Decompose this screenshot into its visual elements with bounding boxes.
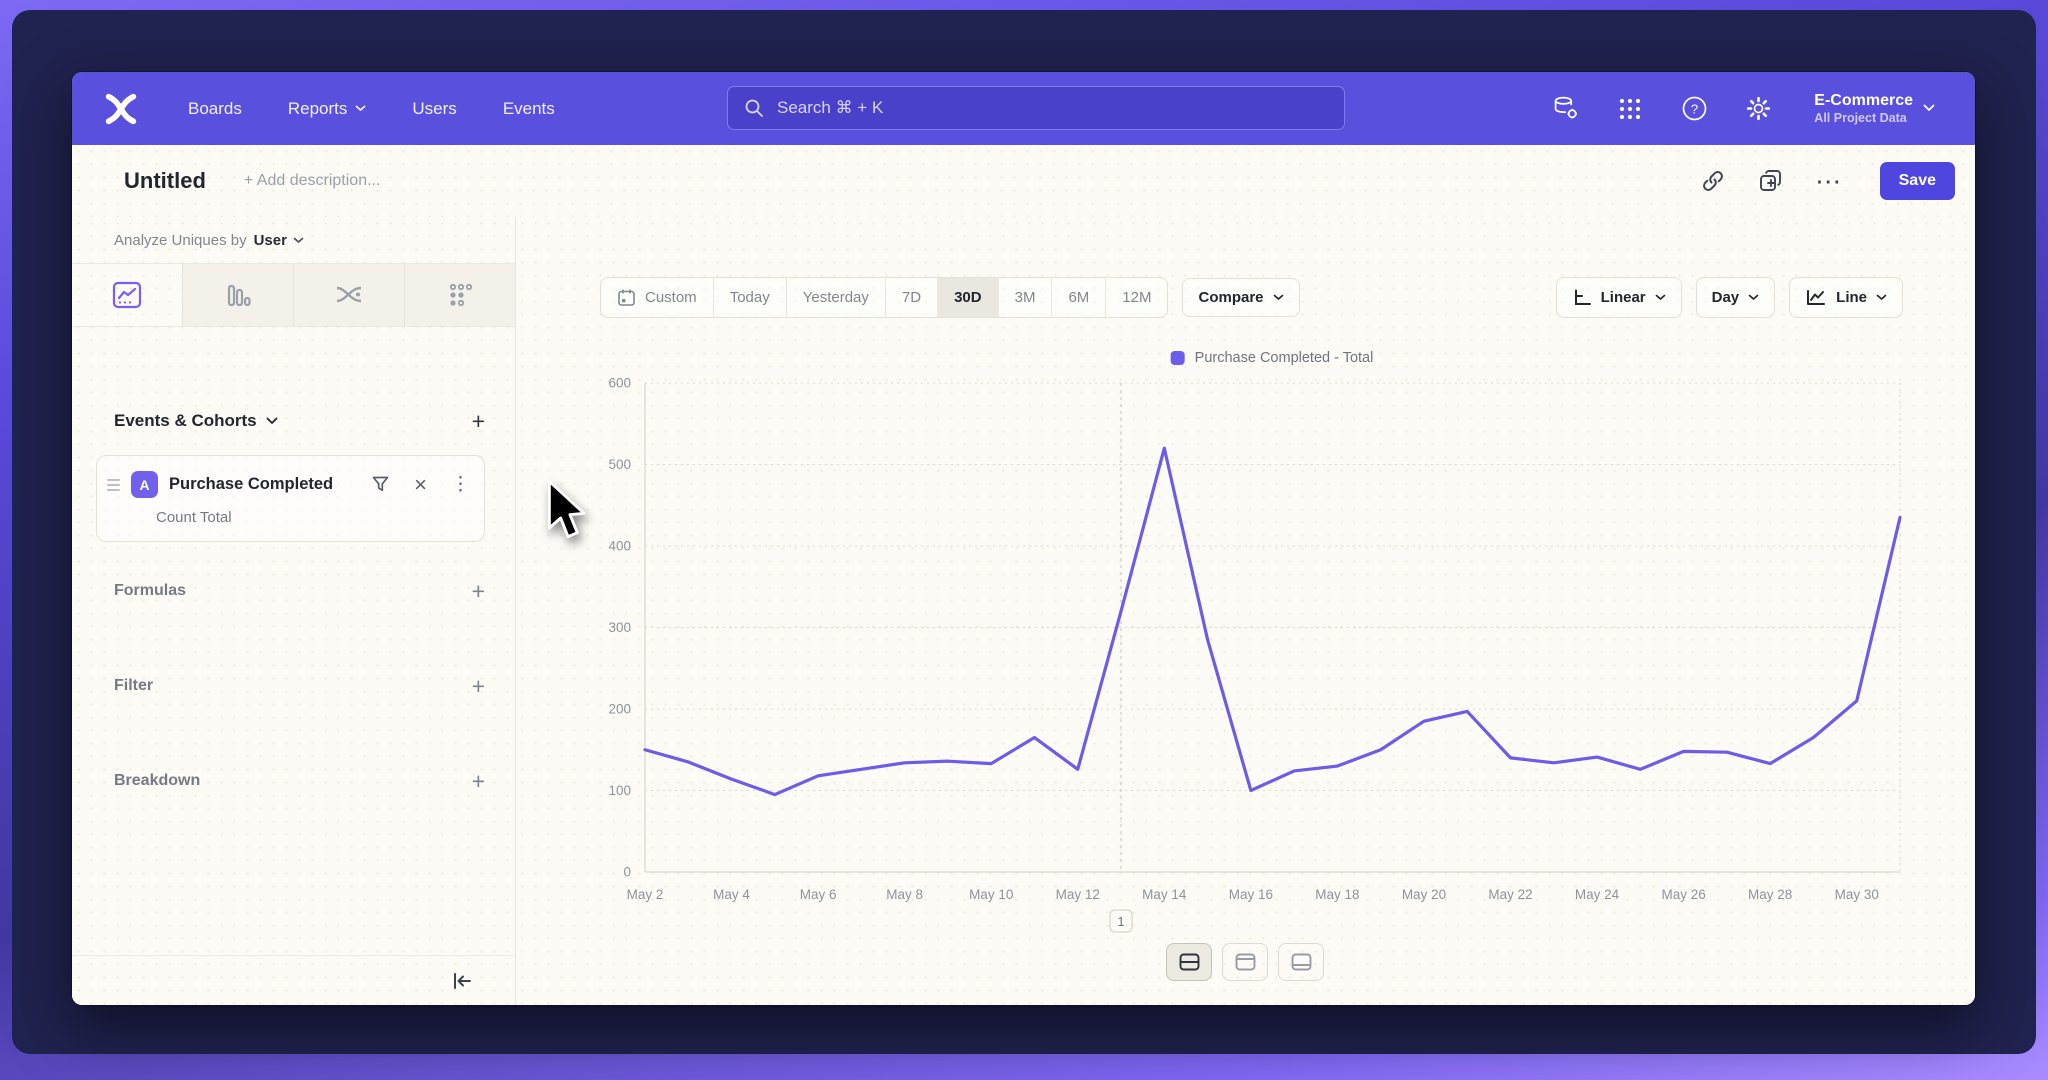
add-description[interactable]: + Add description... — [244, 172, 381, 190]
layout-toggle-group — [1166, 943, 1324, 981]
tab-retention[interactable] — [404, 264, 515, 326]
section-label: Filter — [114, 677, 153, 695]
chevron-down-icon — [1923, 104, 1935, 112]
event-letter-badge: A — [131, 471, 158, 498]
nav-item-boards[interactable]: Boards — [188, 99, 242, 119]
svg-text:May 30: May 30 — [1835, 887, 1879, 902]
filter-funnel-icon[interactable] — [371, 475, 390, 494]
svg-text:May 24: May 24 — [1575, 887, 1620, 902]
sidebar-footer — [72, 955, 515, 1005]
flows-icon — [334, 282, 364, 308]
svg-text:May 16: May 16 — [1229, 887, 1273, 902]
nav-item-reports[interactable]: Reports — [288, 99, 367, 119]
add-event-button[interactable]: + — [472, 414, 485, 428]
remove-event-icon[interactable]: × — [414, 477, 427, 493]
collapse-sidebar-icon[interactable] — [451, 971, 473, 991]
report-header: Untitled + Add description... ⋯ Save — [72, 145, 1975, 217]
layout-panel-top-icon — [1235, 953, 1256, 971]
svg-text:May 6: May 6 — [800, 887, 837, 902]
chevron-down-icon — [266, 417, 278, 425]
svg-text:May 18: May 18 — [1315, 887, 1359, 902]
chevron-down-icon — [293, 237, 304, 244]
svg-text:May 4: May 4 — [713, 887, 750, 902]
events-cohorts-label[interactable]: Events & Cohorts — [114, 411, 257, 431]
search-icon — [744, 98, 764, 118]
nav-item-users[interactable]: Users — [412, 99, 456, 119]
chevron-down-icon — [355, 105, 366, 112]
retention-dots-icon — [446, 281, 474, 309]
event-options-icon[interactable]: ⋮ — [451, 473, 470, 496]
analyze-by-label: Analyze Uniques by — [114, 232, 247, 249]
sidebar-section-formulas: Formulas + — [114, 582, 485, 600]
bar-chart-icon — [224, 281, 252, 309]
apps-grid-icon[interactable] — [1616, 95, 1644, 123]
svg-text:May 20: May 20 — [1402, 887, 1446, 902]
tab-flows[interactable] — [293, 264, 404, 326]
nav-menu: Boards Reports Users Events — [188, 99, 555, 119]
drag-handle-icon[interactable] — [107, 479, 120, 491]
section-label: Breakdown — [114, 772, 200, 790]
nav-item-events[interactable]: Events — [503, 99, 555, 119]
events-cohorts-header: Events & Cohorts + — [114, 411, 485, 431]
project-subtitle: All Project Data — [1814, 111, 1913, 125]
tab-insights-line-chart[interactable] — [72, 264, 182, 326]
svg-text:400: 400 — [608, 539, 631, 554]
nav-right: ? E-Commerce All Project Data — [1552, 72, 1935, 145]
settings-gear-icon[interactable] — [1744, 95, 1772, 123]
svg-text:May 8: May 8 — [886, 887, 923, 902]
svg-text:May 28: May 28 — [1748, 887, 1792, 902]
project-switcher[interactable]: E-Commerce All Project Data — [1814, 92, 1935, 125]
sidebar-section-breakdown: Breakdown + — [114, 772, 485, 790]
svg-text:100: 100 — [608, 783, 631, 798]
layout-panel-bottom-button[interactable] — [1278, 943, 1324, 981]
add-formulas-button[interactable]: + — [472, 584, 485, 598]
save-button[interactable]: Save — [1880, 162, 1955, 200]
svg-text:May 22: May 22 — [1488, 887, 1532, 902]
event-card[interactable]: A Purchase Completed × ⋮ Count Total — [96, 455, 485, 542]
svg-text:May 2: May 2 — [627, 887, 664, 902]
more-menu-icon[interactable]: ⋯ — [1816, 168, 1842, 194]
svg-text:600: 600 — [608, 376, 631, 391]
chart-type-tabs — [72, 264, 515, 327]
section-label: Formulas — [114, 582, 186, 600]
svg-text:200: 200 — [608, 702, 631, 717]
svg-text:1: 1 — [1117, 914, 1124, 929]
layout-panel-bottom-icon — [1291, 953, 1312, 971]
duplicate-icon[interactable] — [1758, 168, 1784, 194]
top-nav: Boards Reports Users Events Search ⌘ + K — [72, 72, 1975, 145]
layout-panel-top-button[interactable] — [1222, 943, 1268, 981]
svg-text:May 12: May 12 — [1056, 887, 1100, 902]
svg-text:300: 300 — [608, 620, 631, 635]
project-name: E-Commerce — [1814, 92, 1913, 110]
search-placeholder: Search ⌘ + K — [777, 98, 883, 118]
search-input[interactable]: Search ⌘ + K — [727, 86, 1345, 130]
copy-link-icon[interactable] — [1700, 168, 1726, 194]
report-title[interactable]: Untitled — [124, 168, 206, 194]
layout-split-middle-button[interactable] — [1166, 943, 1212, 981]
svg-text:May 10: May 10 — [969, 887, 1013, 902]
tab-bar-chart[interactable] — [182, 264, 293, 326]
sidebar-section-filter: Filter + — [114, 677, 485, 695]
svg-text:0: 0 — [623, 865, 631, 880]
line-chart: 0 100 200 300 400 500 600 May 2 May 4 May 6 May 8 M… — [516, 217, 1975, 1005]
query-sidebar: Analyze Uniques by User — [72, 217, 516, 1005]
add-breakdown-button[interactable]: + — [472, 774, 485, 788]
layout-split-middle-icon — [1179, 953, 1200, 971]
svg-text:?: ? — [1691, 101, 1698, 116]
mixpanel-logo-icon[interactable] — [102, 90, 140, 128]
add-filter-button[interactable]: + — [472, 679, 485, 693]
analyze-by-row: Analyze Uniques by User — [72, 217, 515, 264]
app-window: Boards Reports Users Events Search ⌘ + K — [72, 72, 1975, 1005]
analyze-by-selector[interactable]: User — [254, 232, 304, 249]
event-name[interactable]: Purchase Completed — [169, 475, 333, 494]
chart-area: CustomTodayYesterday7D30D3M6M12M Compare… — [516, 217, 1975, 1005]
help-icon[interactable]: ? — [1680, 95, 1708, 123]
data-management-icon[interactable] — [1552, 95, 1580, 123]
svg-text:May 14: May 14 — [1142, 887, 1187, 902]
insights-line-chart-icon — [112, 281, 142, 309]
sidebar-sections: Formulas + Filter + Breakdown + — [72, 582, 515, 790]
svg-text:500: 500 — [608, 457, 631, 472]
event-metric[interactable]: Count Total — [156, 509, 470, 526]
svg-text:May 26: May 26 — [1661, 887, 1705, 902]
